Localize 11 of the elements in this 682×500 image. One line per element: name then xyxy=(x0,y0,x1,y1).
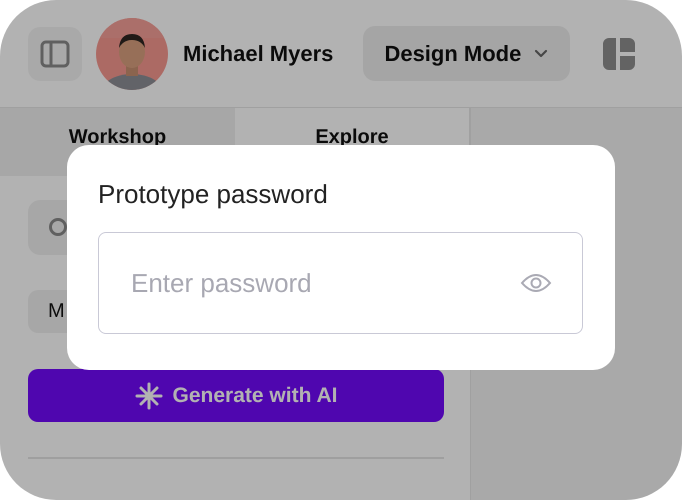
password-field[interactable]: Enter password xyxy=(98,232,583,334)
sidebar-icon xyxy=(39,38,71,70)
sidebar-toggle-button[interactable] xyxy=(28,26,82,80)
mode-dropdown[interactable]: Design Mode xyxy=(363,26,570,81)
eye-icon[interactable] xyxy=(520,271,552,295)
user-name: Michael Myers xyxy=(183,40,334,66)
sparkle-icon xyxy=(134,382,163,410)
generate-button[interactable]: Generate with AI xyxy=(28,369,444,422)
dialog-title: Prototype password xyxy=(98,179,329,210)
layout-icon[interactable] xyxy=(602,36,636,70)
search-icon xyxy=(48,216,70,238)
